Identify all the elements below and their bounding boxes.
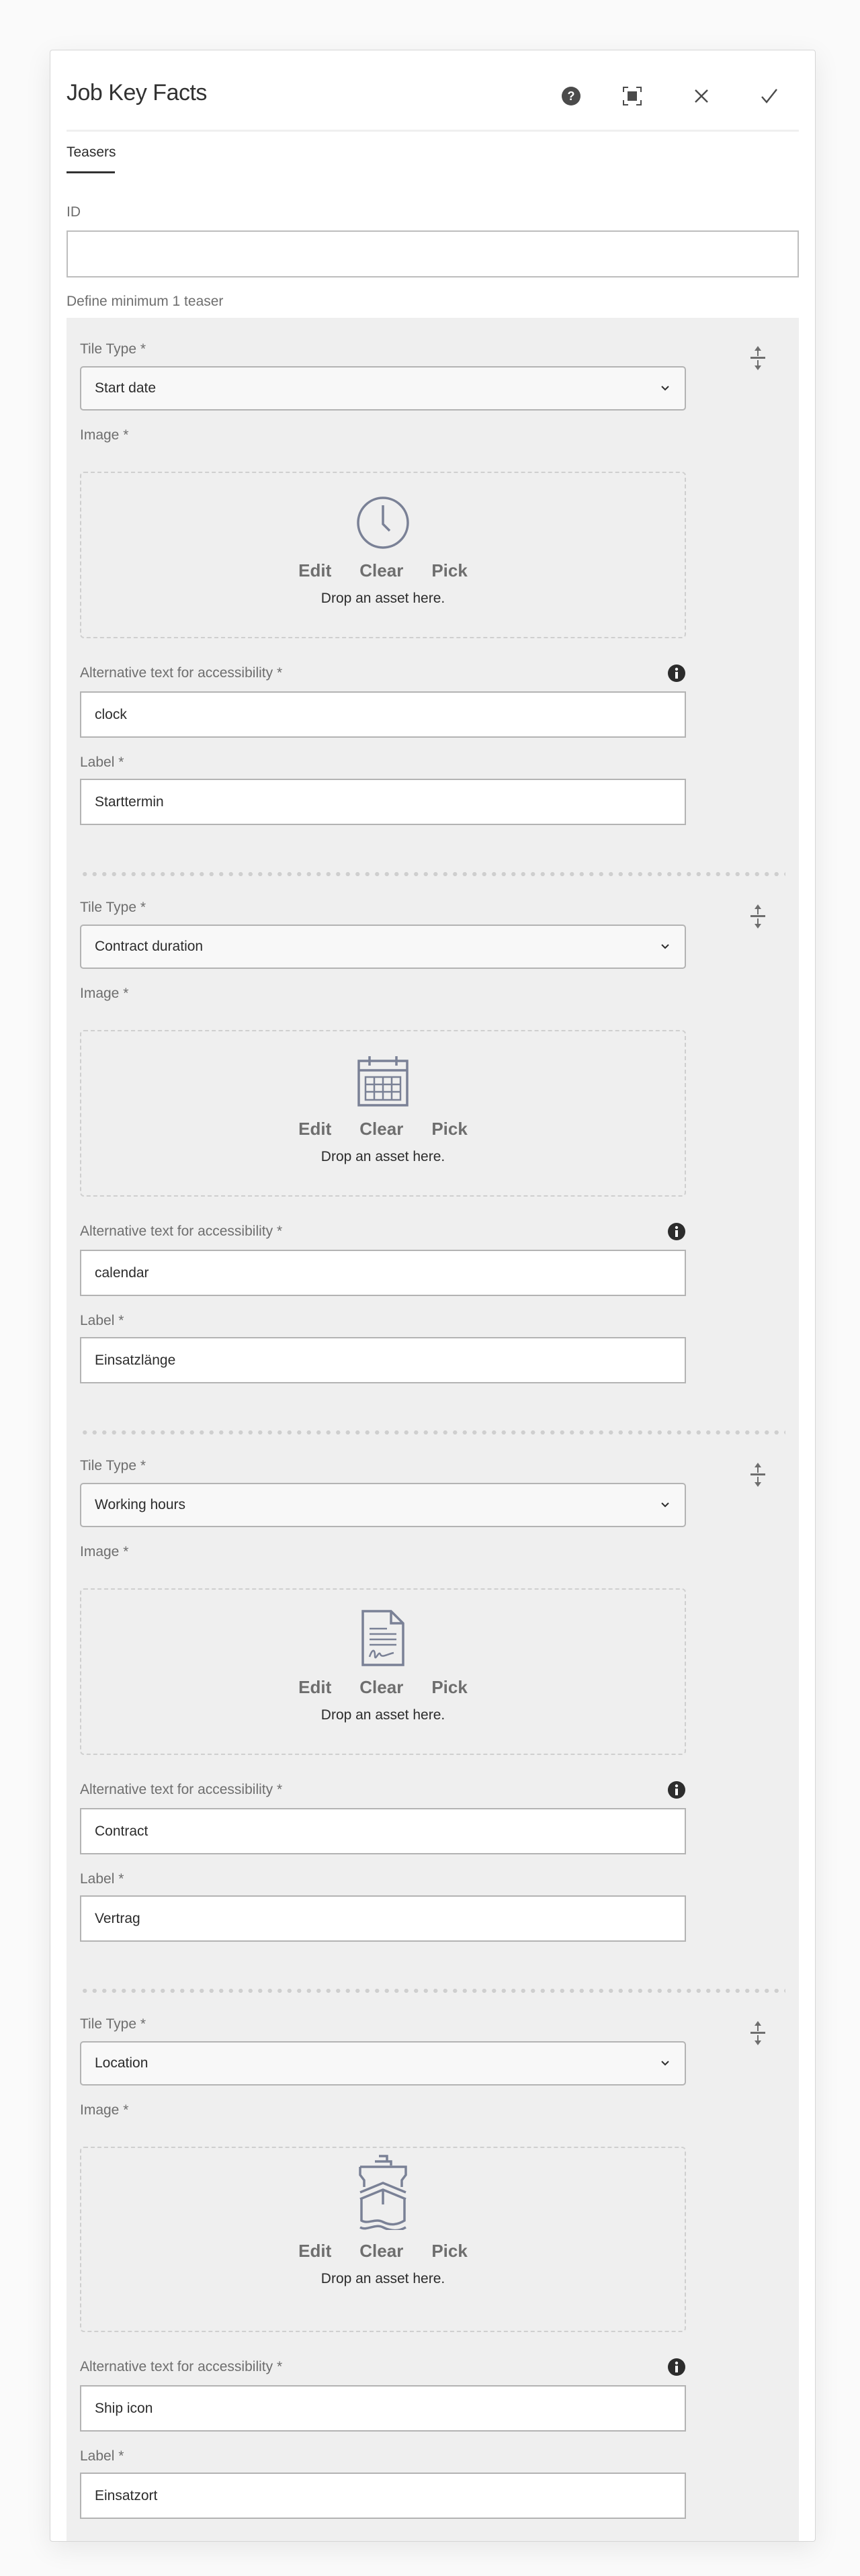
info-icon[interactable] — [667, 1222, 686, 1241]
image-dropzone[interactable]: Edit Clear Pick Drop an asset here. — [80, 2147, 686, 2332]
clear-button[interactable]: Clear — [359, 2241, 403, 2262]
calendar-icon — [357, 1056, 408, 1107]
chevron-down-icon — [661, 386, 669, 391]
drop-hint: Drop an asset here. — [320, 1707, 445, 1723]
check-icon[interactable] — [756, 83, 783, 110]
teaser-item: Tile Type * Start date Image * Edit Clea… — [67, 318, 799, 876]
tile-type-label: Tile Type * — [80, 2016, 146, 2032]
dialog-title: Job Key Facts — [67, 80, 207, 105]
alt-text-label: Alternative text for accessibility * — [80, 1223, 283, 1239]
tile-type-value: Location — [95, 2055, 148, 2071]
label-input[interactable]: Vertrag — [80, 1895, 686, 1942]
alt-text-input[interactable]: Contract — [80, 1808, 686, 1854]
label-input[interactable]: Einsatzlänge — [80, 1337, 686, 1383]
ship-icon — [359, 2155, 407, 2230]
tile-type-select[interactable]: Start date — [80, 366, 686, 411]
alt-text-input[interactable]: Ship icon — [80, 2385, 686, 2432]
asset-thumbnail — [356, 2155, 410, 2230]
image-label: Image * — [80, 2102, 129, 2118]
tab-teasers[interactable]: Teasers — [67, 144, 116, 161]
teaser-item: Tile Type * Location Image * Edit Clear … — [67, 1993, 799, 2541]
reorder-handle-icon[interactable] — [748, 903, 768, 930]
edit-button[interactable]: Edit — [298, 1677, 331, 1698]
drop-hint: Drop an asset here. — [320, 2271, 445, 2286]
define-teaser-label: Define minimum 1 teaser — [67, 294, 224, 309]
asset-thumbnail — [356, 493, 410, 550]
tile-type-select[interactable]: Working hours — [80, 1483, 686, 1527]
id-input[interactable] — [67, 230, 799, 277]
help-icon[interactable]: ? — [558, 83, 585, 110]
alt-text-label: Alternative text for accessibility * — [80, 665, 283, 681]
image-dropzone[interactable]: Edit Clear Pick Drop an asset here. — [80, 472, 686, 638]
label-label: Label * — [80, 755, 124, 770]
pick-button[interactable]: Pick — [431, 560, 468, 581]
reorder-handle-icon[interactable] — [748, 1461, 768, 1488]
chevron-down-icon — [661, 944, 669, 949]
fullscreen-icon[interactable] — [619, 83, 646, 110]
id-label: ID — [67, 204, 81, 220]
image-dropzone[interactable]: Edit Clear Pick Drop an asset here. — [80, 1588, 686, 1755]
drop-hint: Drop an asset here. — [320, 1149, 445, 1164]
tile-type-label: Tile Type * — [80, 341, 146, 357]
tile-type-value: Start date — [95, 380, 157, 396]
clear-button[interactable]: Clear — [359, 1119, 403, 1140]
tab-active-indicator — [67, 171, 115, 173]
clear-button[interactable]: Clear — [359, 1677, 403, 1698]
info-icon[interactable] — [667, 1780, 686, 1799]
close-icon[interactable] — [688, 83, 715, 110]
info-icon[interactable] — [667, 2358, 686, 2376]
alt-text-input[interactable]: calendar — [80, 1250, 686, 1296]
asset-thumbnail — [356, 1051, 410, 1108]
image-label: Image * — [80, 986, 129, 1001]
label-input[interactable]: Starttermin — [80, 779, 686, 825]
tile-type-label: Tile Type * — [80, 1458, 146, 1473]
image-label: Image * — [80, 1544, 129, 1559]
clear-button[interactable]: Clear — [359, 560, 403, 581]
teaser-item: Tile Type * Contract duration Image * Ed… — [67, 876, 799, 1434]
label-input[interactable]: Einsatzort — [80, 2473, 686, 2519]
teasers-multifield: Tile Type * Start date Image * Edit Clea… — [67, 318, 799, 2541]
edit-button[interactable]: Edit — [298, 2241, 331, 2262]
reorder-handle-icon[interactable] — [748, 2020, 768, 2047]
chevron-down-icon — [661, 1502, 669, 1508]
alt-text-label: Alternative text for accessibility * — [80, 2359, 283, 2374]
info-icon[interactable] — [667, 664, 686, 683]
alt-text-label: Alternative text for accessibility * — [80, 1782, 283, 1797]
header-divider — [67, 130, 799, 132]
contract-document-icon — [361, 1610, 404, 1666]
pick-button[interactable]: Pick — [431, 1677, 468, 1698]
label-label: Label * — [80, 1871, 124, 1887]
pick-button[interactable]: Pick — [431, 1119, 468, 1140]
tile-type-select[interactable]: Contract duration — [80, 925, 686, 969]
label-label: Label * — [80, 2448, 124, 2464]
job-key-facts-dialog: Job Key Facts ? Teasers ID Define minimu… — [50, 50, 816, 2542]
tile-type-value: Contract duration — [95, 939, 204, 954]
image-label: Image * — [80, 427, 129, 443]
clock-icon — [357, 497, 409, 549]
reorder-handle-icon[interactable] — [748, 345, 768, 372]
alt-text-input[interactable]: clock — [80, 691, 686, 738]
tile-type-label: Tile Type * — [80, 900, 146, 915]
tile-type-select[interactable]: Location — [80, 2041, 686, 2086]
tile-type-value: Working hours — [95, 1497, 186, 1512]
teaser-item: Tile Type * Working hours Image * Edit C… — [67, 1434, 799, 1993]
pick-button[interactable]: Pick — [431, 2241, 468, 2262]
asset-thumbnail — [360, 1610, 406, 1666]
edit-button[interactable]: Edit — [298, 1119, 331, 1140]
svg-text:?: ? — [568, 89, 575, 103]
drop-hint: Drop an asset here. — [320, 591, 445, 606]
label-label: Label * — [80, 1313, 124, 1328]
chevron-down-icon — [661, 2061, 669, 2066]
edit-button[interactable]: Edit — [298, 560, 331, 581]
image-dropzone[interactable]: Edit Clear Pick Drop an asset here. — [80, 1030, 686, 1197]
